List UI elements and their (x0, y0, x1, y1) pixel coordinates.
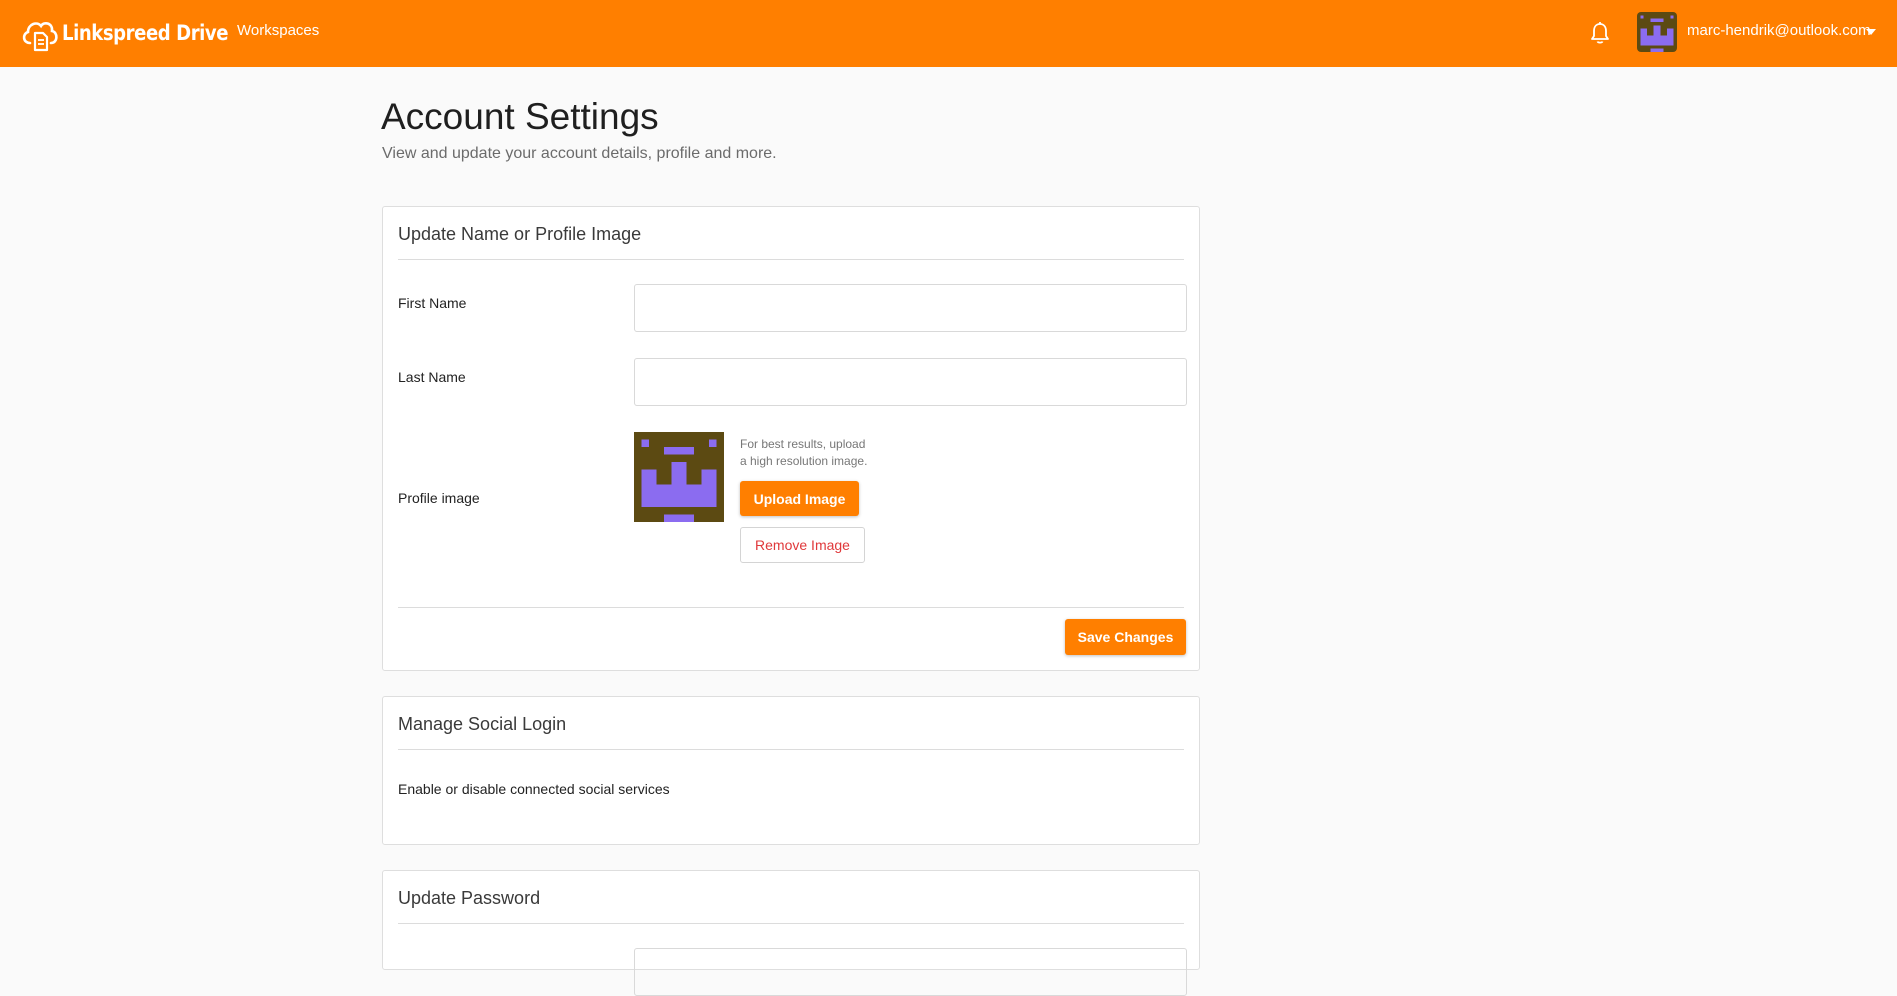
page-title: Account Settings (381, 96, 659, 137)
profile-card-header: Update Name or Profile Image (398, 207, 1184, 260)
first-name-input[interactable] (634, 284, 1187, 332)
last-name-label: Last Name (398, 369, 466, 385)
last-name-input[interactable] (634, 358, 1187, 406)
app-logo[interactable]: Linkspreed Drive (20, 13, 255, 53)
upload-hint: For best results, upload a high resoluti… (740, 436, 880, 470)
card-divider (398, 607, 1184, 608)
user-avatar[interactable] (1637, 12, 1677, 52)
avatar-image (1637, 12, 1677, 52)
profile-card-title: Update Name or Profile Image (398, 224, 642, 244)
bell-icon[interactable] (1589, 21, 1611, 45)
social-card-title: Manage Social Login (398, 714, 567, 734)
profile-image-label: Profile image (398, 490, 480, 506)
password-input[interactable] (634, 948, 1187, 996)
social-login-card: Manage Social Login Enable or disable co… (382, 696, 1200, 845)
cloud-document-icon (22, 21, 58, 52)
top-navbar: Linkspreed Drive Workspaces marc-hendrik… (0, 0, 1897, 67)
password-card-header: Update Password (398, 871, 1184, 924)
user-email[interactable]: marc-hendrik@outlook.com (1687, 22, 1871, 39)
upload-hint-line1: For best results, upload (740, 437, 866, 451)
app-name: Linkspreed Drive (62, 21, 229, 45)
profile-image-preview (634, 432, 724, 522)
first-name-label: First Name (398, 295, 467, 311)
social-description: Enable or disable connected social servi… (398, 781, 670, 797)
social-card-header: Manage Social Login (398, 697, 1184, 750)
nav-workspaces-link[interactable]: Workspaces (237, 22, 319, 39)
save-changes-button[interactable]: Save Changes (1065, 619, 1186, 655)
upload-hint-line2: a high resolution image. (740, 454, 868, 468)
password-card-title: Update Password (398, 888, 541, 908)
remove-image-button[interactable]: Remove Image (740, 527, 865, 563)
page-subtitle: View and update your account details, pr… (382, 145, 777, 162)
upload-image-button[interactable]: Upload Image (740, 481, 859, 516)
caret-down-icon[interactable] (1866, 29, 1876, 35)
password-card: Update Password (382, 870, 1200, 996)
profile-card: Update Name or Profile Image First Name … (382, 206, 1200, 671)
